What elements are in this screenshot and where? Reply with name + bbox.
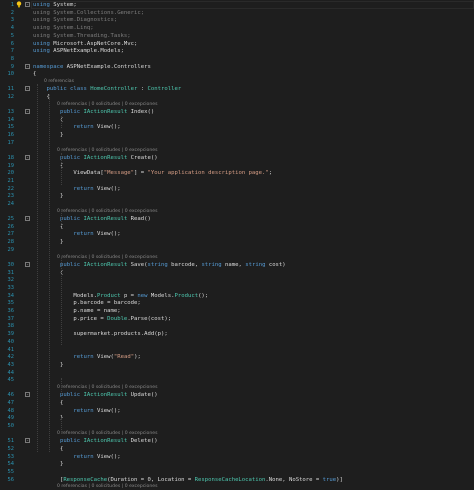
- codelens-info[interactable]: 0 referencias: [44, 78, 344, 85]
- indent-guide: [61, 257, 62, 345]
- indent-guide: [61, 116, 62, 128]
- line-number: 56: [7, 476, 15, 483]
- line-number: 17: [7, 139, 15, 146]
- fold-toggle-icon[interactable]: -: [25, 216, 30, 222]
- fold-toggle-icon[interactable]: -: [25, 392, 30, 398]
- indent-guide: [49, 95, 50, 452]
- codelens-info[interactable]: 0 referencias | 0 solicitudes | 0 excepc…: [57, 483, 357, 490]
- codelens-info[interactable]: 0 referencias | 0 solicitudes | 0 excepc…: [57, 147, 357, 154]
- line-number: 50: [7, 423, 15, 430]
- codelens-info[interactable]: 0 referencias | 0 solicitudes | 0 excepc…: [57, 254, 357, 261]
- line-number: 10: [7, 71, 15, 78]
- fold-toggle-icon[interactable]: -: [25, 2, 30, 8]
- fold-toggle-icon[interactable]: -: [25, 109, 30, 115]
- fold-toggle-icon[interactable]: -: [25, 261, 30, 267]
- indent-guide: [61, 209, 62, 226]
- indent-guide: [61, 418, 62, 434]
- lightbulb-icon[interactable]: [16, 1, 22, 8]
- fold-toggle-icon[interactable]: -: [25, 63, 30, 69]
- line-number: 45: [7, 377, 15, 384]
- code-editor[interactable]: 1- using System; 2 using System.Collections…: [0, 0, 474, 489]
- codelens-info[interactable]: 0 referencias | 0 solicitudes | 0 excepc…: [57, 208, 357, 215]
- indent-guide: [37, 84, 38, 452]
- fold-toggle-icon[interactable]: -: [25, 438, 30, 444]
- indent-guide: [61, 153, 62, 185]
- fold-toggle-icon[interactable]: -: [25, 86, 30, 92]
- codelens-info[interactable]: 0 referencias | 0 solicitudes | 0 excepc…: [57, 101, 357, 108]
- code-text: {: [33, 94, 50, 100]
- codelens-info[interactable]: 0 referencias | 0 solicitudes | 0 excepc…: [57, 384, 357, 391]
- line-number: 24: [7, 201, 15, 207]
- line-number: 29: [7, 246, 15, 253]
- indent-guide: [61, 378, 62, 394]
- fold-toggle-icon[interactable]: -: [25, 154, 30, 160]
- codelens-info[interactable]: 0 referencias | 0 solicitudes | 0 excepc…: [57, 430, 357, 437]
- code-text: {: [33, 71, 37, 78]
- line-number: 12: [7, 94, 15, 100]
